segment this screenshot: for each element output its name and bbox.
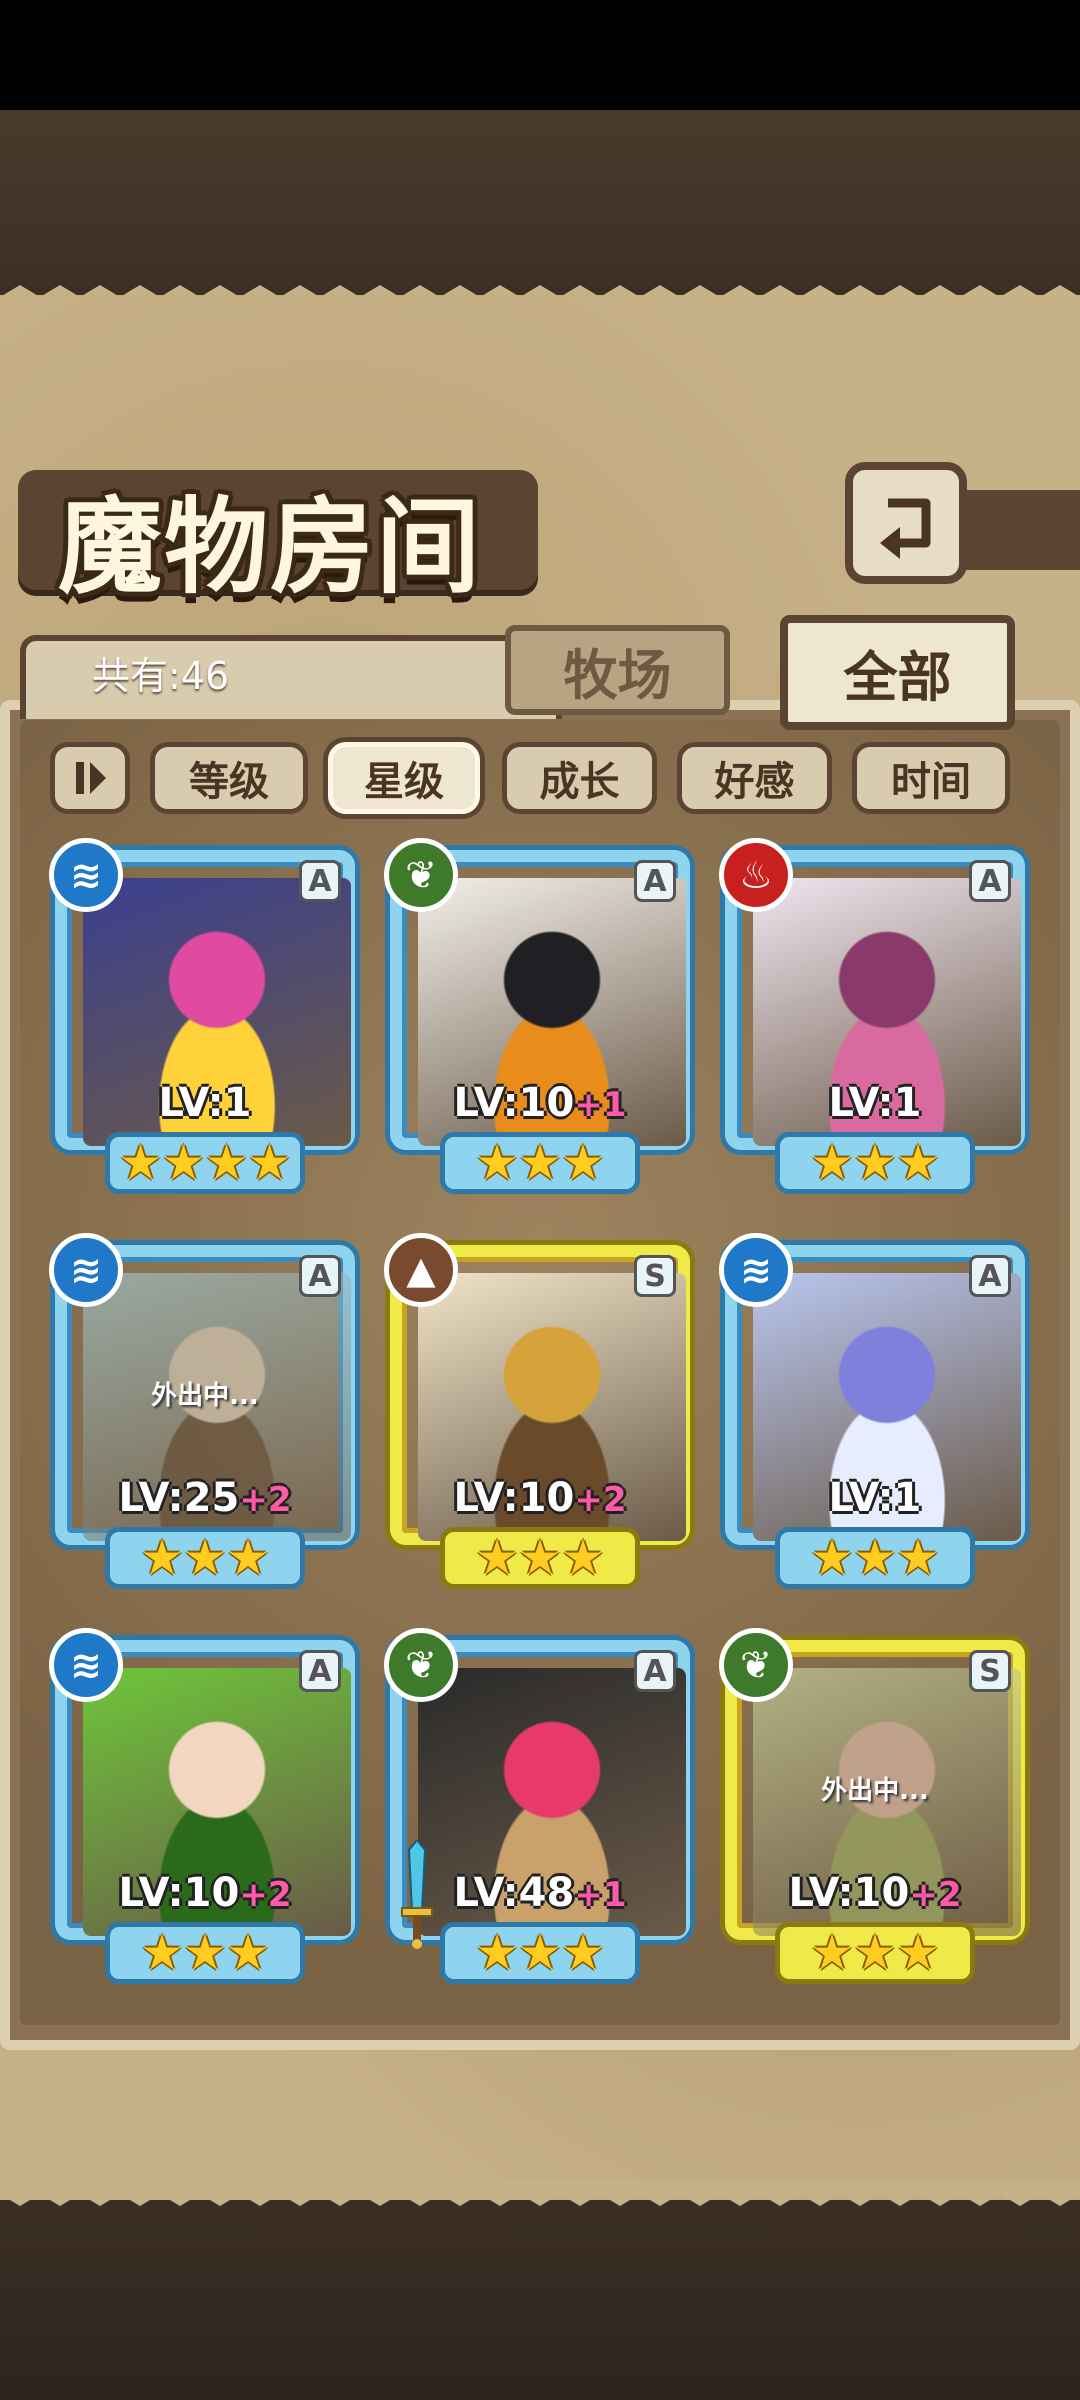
water-element-icon: ≋ bbox=[49, 1628, 123, 1702]
level-plus: +2 bbox=[909, 1875, 962, 1915]
monster-card[interactable]: A ♨ LV:1 ★★★ bbox=[719, 838, 1025, 1194]
level-label: LV:10+2 bbox=[390, 1475, 690, 1521]
page-title: 魔物房间 bbox=[58, 486, 483, 608]
rank-badge: S bbox=[969, 1650, 1011, 1692]
monster-count: 共有:46 bbox=[92, 654, 230, 698]
star-rating: ★★★ bbox=[775, 1527, 975, 1589]
rank-badge: A bbox=[969, 1255, 1011, 1297]
tab-all[interactable]: 全部 bbox=[780, 615, 1015, 730]
rank-badge: A bbox=[299, 860, 341, 902]
sort-star-button[interactable]: 星级 bbox=[328, 742, 480, 814]
away-status: 外出中... bbox=[821, 1776, 929, 1806]
level-value: LV:10 bbox=[788, 1870, 910, 1916]
level-label: LV:1 bbox=[725, 1475, 1025, 1521]
level-value: LV:48 bbox=[453, 1870, 575, 1916]
back-button-rail bbox=[960, 490, 1080, 570]
monster-card[interactable]: A ≋ LV:1 ★★★ bbox=[719, 1233, 1025, 1589]
rank-badge: A bbox=[299, 1255, 341, 1297]
star-rating: ★★★ bbox=[440, 1922, 640, 1984]
star-rating: ★★★ bbox=[440, 1527, 640, 1589]
sort-affection-button[interactable]: 好感 bbox=[677, 742, 832, 814]
monster-card[interactable]: S ❦ 外出中... LV:10+2 ★★★ bbox=[719, 1628, 1025, 1984]
return-arrow-icon bbox=[880, 498, 931, 559]
level-value: LV:1 bbox=[828, 1475, 922, 1521]
wood-element-icon: ❦ bbox=[719, 1628, 793, 1702]
wood-element-icon: ❦ bbox=[384, 838, 458, 912]
level-value: LV:1 bbox=[828, 1080, 922, 1126]
zigzag-border-bottom bbox=[0, 2180, 1080, 2206]
star-rating: ★★★★ bbox=[105, 1132, 305, 1194]
level-plus: +2 bbox=[239, 1480, 292, 1520]
level-label: LV:10+2 bbox=[725, 1870, 1025, 1916]
tab-ranch[interactable]: 牧场 bbox=[505, 625, 730, 715]
water-element-icon: ≋ bbox=[49, 1233, 123, 1307]
star-rating: ★★★ bbox=[775, 1132, 975, 1194]
level-label: LV:10+2 bbox=[55, 1870, 355, 1916]
sort-growth-button[interactable]: 成长 bbox=[502, 742, 657, 814]
wood-footer-background bbox=[0, 2200, 1080, 2400]
back-button[interactable] bbox=[845, 462, 967, 584]
monster-card[interactable]: A ❦ LV:48+1 ★★★ bbox=[384, 1628, 690, 1984]
level-plus: +1 bbox=[574, 1875, 627, 1915]
monster-card[interactable]: A ≋ 外出中... LV:25+2 ★★★ bbox=[49, 1233, 355, 1589]
level-value: LV:10 bbox=[453, 1475, 575, 1521]
sort-level-button[interactable]: 等级 bbox=[150, 742, 308, 814]
level-plus: +1 bbox=[574, 1085, 627, 1125]
monster-card[interactable]: A ≋ LV:10+2 ★★★ bbox=[49, 1628, 355, 1984]
water-element-icon: ≋ bbox=[49, 838, 123, 912]
level-plus: +2 bbox=[574, 1480, 627, 1520]
rank-badge: A bbox=[634, 1650, 676, 1692]
star-rating: ★★★ bbox=[105, 1922, 305, 1984]
sort-order-toggle[interactable] bbox=[50, 742, 130, 814]
level-value: LV:10 bbox=[453, 1080, 575, 1126]
rank-badge: A bbox=[969, 860, 1011, 902]
fire-element-icon: ♨ bbox=[719, 838, 793, 912]
rank-badge: S bbox=[634, 1255, 676, 1297]
water-element-icon: ≋ bbox=[719, 1233, 793, 1307]
level-label: LV:10+1 bbox=[390, 1080, 690, 1126]
star-rating: ★★★ bbox=[775, 1922, 975, 1984]
rank-badge: A bbox=[634, 860, 676, 902]
away-status: 外出中... bbox=[151, 1381, 259, 1411]
level-value: LV:1 bbox=[158, 1080, 252, 1126]
rank-badge: A bbox=[299, 1650, 341, 1692]
monster-card[interactable]: A ≋ LV:1 ★★★★ bbox=[49, 838, 355, 1194]
sort-order-icon bbox=[76, 762, 106, 794]
wood-header-background bbox=[0, 110, 1080, 300]
sort-time-button[interactable]: 时间 bbox=[852, 742, 1010, 814]
level-label: LV:48+1 bbox=[390, 1870, 690, 1916]
earth-element-icon: ▲ bbox=[384, 1233, 458, 1307]
wood-element-icon: ❦ bbox=[384, 1628, 458, 1702]
level-value: LV:10 bbox=[118, 1870, 240, 1916]
monster-card[interactable]: A ❦ LV:10+1 ★★★ bbox=[384, 838, 690, 1194]
level-label: LV:1 bbox=[725, 1080, 1025, 1126]
star-rating: ★★★ bbox=[105, 1527, 305, 1589]
level-plus: +2 bbox=[239, 1875, 292, 1915]
level-label: LV:1 bbox=[55, 1080, 355, 1126]
status-bar bbox=[0, 0, 1080, 110]
monster-card[interactable]: S ▲ LV:10+2 ★★★ bbox=[384, 1233, 690, 1589]
level-label: LV:25+2 bbox=[55, 1475, 355, 1521]
level-value: LV:25 bbox=[118, 1475, 240, 1521]
star-rating: ★★★ bbox=[440, 1132, 640, 1194]
